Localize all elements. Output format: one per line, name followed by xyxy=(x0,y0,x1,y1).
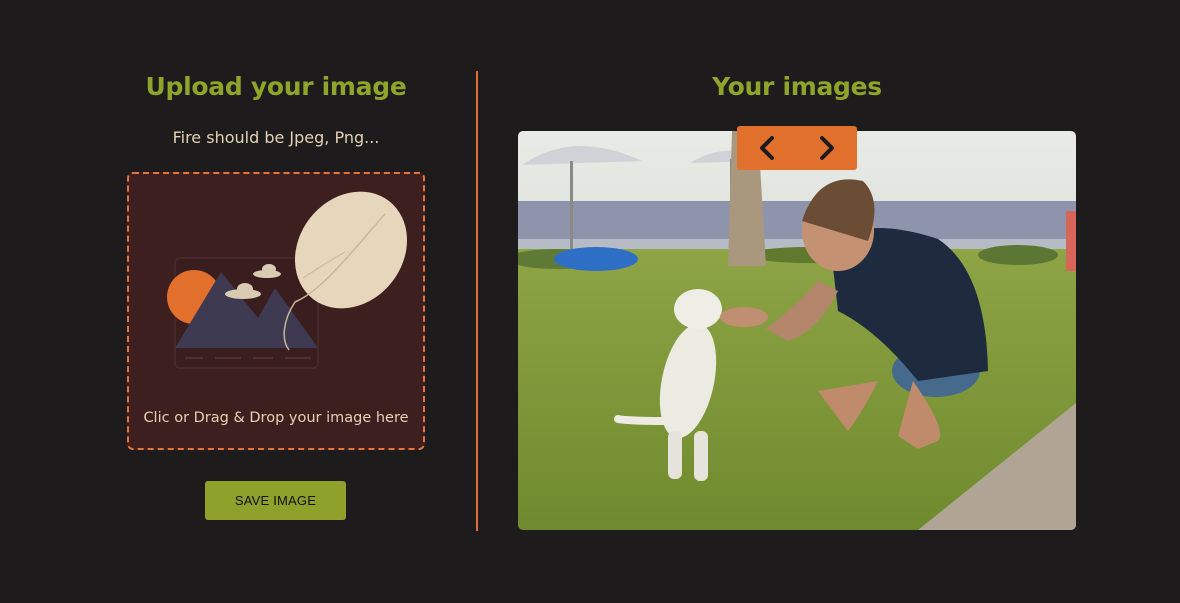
dropzone-label: Clic or Drag & Drop your image here xyxy=(143,410,409,426)
page: Upload your image Fire should be Jpeg, P… xyxy=(0,0,1180,603)
chevron-right-icon xyxy=(820,136,834,160)
upload-title: Upload your image xyxy=(145,72,407,101)
previous-image-button[interactable] xyxy=(737,126,797,170)
image-dropzone[interactable]: Clic or Drag & Drop your image here xyxy=(127,172,425,450)
gallery-image xyxy=(518,131,1076,530)
save-image-button[interactable]: SAVE IMAGE xyxy=(205,481,346,520)
image-slider-nav xyxy=(737,126,857,170)
file-type-hint: Fire should be Jpeg, Png... xyxy=(172,128,380,147)
column-divider xyxy=(476,71,478,531)
gallery-title: Your images xyxy=(712,72,882,101)
image-placeholder-illustration xyxy=(167,191,408,369)
chevron-left-icon xyxy=(760,136,774,160)
next-image-button[interactable] xyxy=(797,126,857,170)
